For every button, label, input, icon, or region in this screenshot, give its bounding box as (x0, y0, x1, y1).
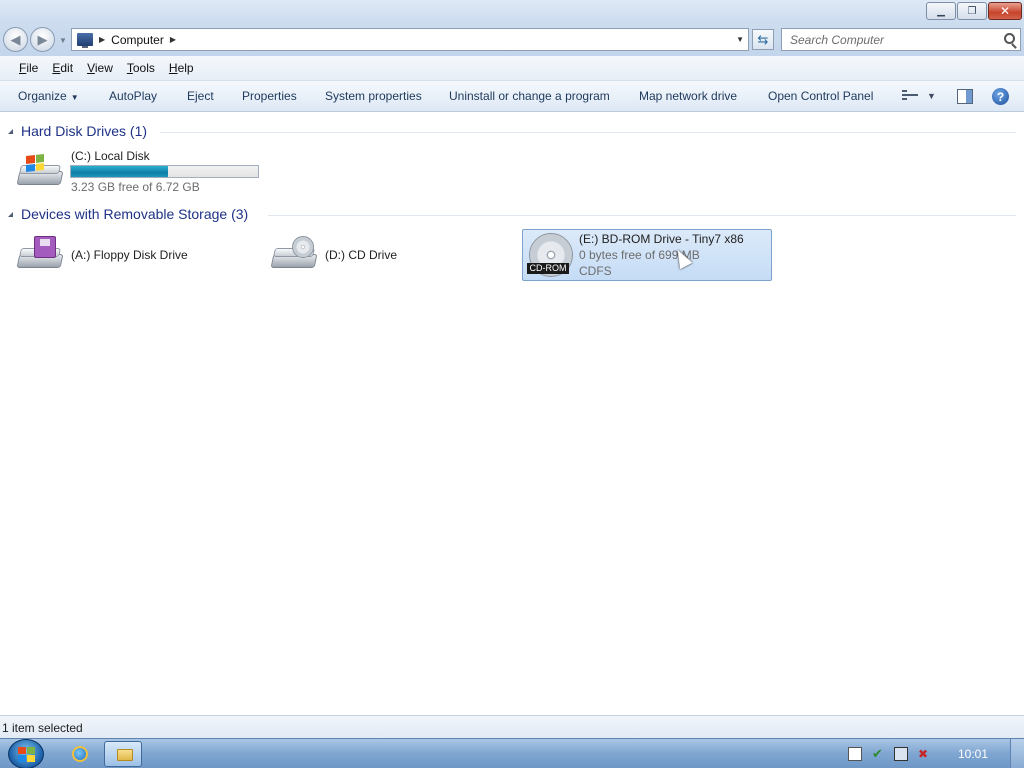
command-bar: Organize ▼ AutoPlay Eject Properties Syst… (0, 81, 1024, 112)
open-control-panel-button[interactable]: Open Control Panel (768, 89, 873, 103)
file-list-view[interactable]: Hard Disk Drives (1) (C:) Local Disk 3.2… (0, 112, 1024, 715)
disk-usage-bar (70, 165, 259, 178)
menu-file[interactable]: File (12, 61, 45, 75)
forward-arrow-icon: ▶ (37, 31, 48, 47)
menu-view[interactable]: View (80, 61, 120, 75)
computer-icon (77, 33, 93, 48)
menu-edit[interactable]: Edit (45, 61, 80, 75)
group-hard-disk-drives[interactable]: Hard Disk Drives (1) (0, 122, 1024, 142)
volume-muted-icon[interactable]: ✖ (918, 747, 932, 761)
close-button[interactable]: ✕ (988, 2, 1022, 20)
action-center-icon[interactable] (848, 747, 862, 761)
clock[interactable]: 10:01 (958, 747, 988, 761)
group-divider (160, 132, 1016, 133)
search-box[interactable] (781, 28, 1021, 51)
drive-item-c[interactable]: (C:) Local Disk 3.23 GB free of 6.72 GB (14, 145, 264, 195)
preview-pane-icon[interactable] (957, 89, 973, 104)
eject-button[interactable]: Eject (187, 89, 214, 103)
search-input[interactable] (782, 29, 992, 50)
collapse-triangle-icon[interactable] (8, 212, 13, 217)
internet-explorer-icon (72, 746, 88, 762)
properties-button[interactable]: Properties (242, 89, 297, 103)
windows-logo-icon (18, 747, 35, 762)
cd-rom-badge: CD-ROM (527, 263, 569, 274)
security-check-icon[interactable]: ✔ (872, 747, 886, 761)
menu-bar: File Edit View Tools Help (0, 56, 1024, 81)
restore-button[interactable]: ❐ (957, 2, 987, 20)
folder-icon (117, 749, 133, 761)
group-removable-storage[interactable]: Devices with Removable Storage (3) (0, 205, 1024, 225)
start-button[interactable] (8, 739, 44, 768)
forward-button[interactable]: ▶ (30, 27, 55, 52)
taskbar: ✔ ✖ 10:01 (0, 738, 1024, 768)
address-dropdown-icon[interactable]: ▼ (736, 35, 744, 44)
disk-usage-fill (71, 166, 169, 177)
help-icon[interactable]: ? (992, 88, 1009, 105)
status-bar: 1 item selected (0, 715, 1024, 738)
recent-pages-dropdown-icon[interactable]: ▼ (59, 36, 67, 45)
breadcrumb-chevron-icon[interactable]: ▶ (99, 35, 105, 44)
drive-filesystem: CDFS (579, 264, 612, 278)
organize-dropdown-icon: ▼ (70, 93, 79, 102)
title-bar: ▁ ❐ ✕ (0, 0, 1024, 24)
system-properties-button[interactable]: System properties (325, 89, 422, 103)
breadcrumb-computer[interactable]: Computer (111, 33, 164, 47)
floppy-drive-icon (16, 236, 64, 272)
refresh-button[interactable]: ⇆ (752, 29, 774, 50)
minimize-button[interactable]: ▁ (926, 2, 956, 20)
drive-item-a[interactable]: (A:) Floppy Disk Drive (14, 230, 254, 282)
drive-free-space: 3.23 GB free of 6.72 GB (71, 180, 200, 194)
map-network-drive-button[interactable]: Map network drive (639, 89, 737, 103)
group-title: Devices with Removable Storage (3) (21, 206, 249, 222)
breadcrumb-chevron-icon[interactable]: ▶ (170, 35, 176, 44)
views-dropdown-icon[interactable]: ▼ (927, 91, 936, 101)
menu-tools[interactable]: Tools (120, 61, 162, 75)
search-icon[interactable] (1004, 33, 1015, 44)
address-row: ◀ ▶ ▼ ▶ Computer ▶ ▼ ⇆ (0, 24, 1024, 56)
menu-help[interactable]: Help (162, 61, 201, 75)
drive-item-d[interactable]: (D:) CD Drive (268, 230, 508, 282)
drive-label: (C:) Local Disk (71, 149, 150, 163)
drive-label: (E:) BD-ROM Drive - Tiny7 x86 (579, 232, 744, 246)
taskbar-windows-explorer[interactable] (104, 741, 142, 767)
taskbar-internet-explorer[interactable] (60, 741, 98, 767)
drive-item-e[interactable]: CD-ROM (E:) BD-ROM Drive - Tiny7 x86 0 b… (522, 229, 772, 281)
back-arrow-icon: ◀ (10, 31, 21, 47)
status-text: 1 item selected (2, 721, 83, 735)
refresh-icon: ⇆ (757, 31, 769, 47)
collapse-triangle-icon[interactable] (8, 129, 13, 134)
address-bar[interactable]: ▶ Computer ▶ ▼ (71, 28, 749, 51)
change-view-icon[interactable] (902, 90, 918, 104)
back-button[interactable]: ◀ (3, 27, 28, 52)
network-icon[interactable] (894, 747, 908, 761)
drive-label: (D:) CD Drive (325, 248, 397, 262)
cd-drive-icon (270, 236, 318, 272)
window-controls: ▁ ❐ ✕ (926, 2, 1022, 20)
group-divider (268, 215, 1016, 216)
uninstall-program-button[interactable]: Uninstall or change a program (449, 89, 610, 103)
system-tray: ✔ ✖ 10:01 (834, 739, 1024, 768)
local-disk-icon (16, 153, 64, 189)
group-title: Hard Disk Drives (1) (21, 123, 148, 139)
show-desktop-button[interactable] (1010, 739, 1024, 768)
organize-button[interactable]: Organize ▼ (18, 89, 79, 103)
autoplay-button[interactable]: AutoPlay (109, 89, 157, 103)
drive-label: (A:) Floppy Disk Drive (71, 248, 188, 262)
